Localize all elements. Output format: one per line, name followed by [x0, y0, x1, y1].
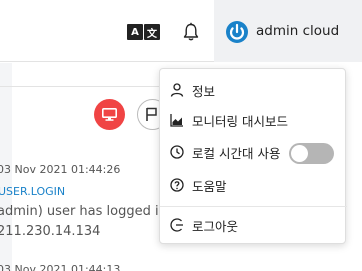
menu-item-label: 로그아웃 [192, 218, 239, 234]
menu-item-local-timezone[interactable]: 로컬 시간대 사용 [160, 138, 347, 166]
menu-item-monitoring-dashboard[interactable]: 모니터링 대시보드 [160, 106, 347, 134]
monitor-icon [102, 108, 117, 121]
flag-icon [146, 107, 157, 121]
log-timestamp: 03 Nov 2021 01:44:26 [0, 163, 121, 176]
log-timestamp-next: 03 Nov 2021 01:44:13 [0, 263, 121, 271]
menu-item-label: 로컬 시간대 사용 [192, 145, 281, 161]
menu-item-label: 모니터링 대시보드 [192, 113, 288, 129]
question-circle-icon [170, 178, 184, 192]
clock-icon [170, 145, 184, 159]
language-switch-icon[interactable]: A 文 [127, 24, 160, 40]
log-ip-address: 211.230.14.134 [0, 224, 101, 239]
menu-item-help[interactable]: 도움말 [160, 171, 347, 199]
monitor-button[interactable] [94, 99, 125, 130]
local-timezone-toggle[interactable] [289, 143, 334, 164]
area-chart-icon [170, 114, 183, 127]
app-screen: 03 Nov 2021 01:44:26 USER.LOGIN admin) u… [0, 0, 362, 271]
user-dropdown-menu: 정보 모니터링 대시보드 로컬 시간대 사용 도움말 로그아웃 [159, 68, 347, 244]
user-name[interactable]: admin cloud [256, 23, 339, 39]
language-icon-latin: A [127, 24, 143, 40]
log-message: admin) user has logged i [0, 204, 159, 219]
menu-item-label: 정보 [192, 83, 216, 99]
user-icon [170, 83, 184, 97]
panel-divider [0, 86, 160, 87]
power-icon [226, 21, 248, 43]
log-event-link[interactable]: USER.LOGIN [0, 185, 65, 198]
language-icon-cjk: 文 [144, 24, 160, 40]
menu-item-profile[interactable]: 정보 [160, 76, 347, 104]
bell-icon[interactable] [183, 22, 199, 42]
menu-item-label: 도움말 [192, 178, 227, 194]
menu-divider [160, 206, 347, 207]
logout-icon [170, 218, 183, 232]
toggle-knob [291, 145, 308, 162]
menu-item-logout[interactable]: 로그아웃 [160, 211, 347, 239]
